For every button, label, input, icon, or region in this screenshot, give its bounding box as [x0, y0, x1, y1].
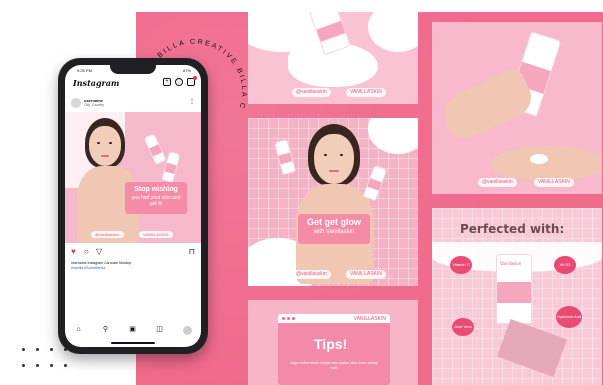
tile-get-glow: Get get glow with Vanillaskin @vanillass… — [248, 118, 418, 286]
phone-mockup: 9:25 PM 87% Instagram + ♡ ◌ username Cit… — [58, 58, 208, 354]
comment-icon[interactable]: ○ — [84, 247, 89, 257]
plus-square-icon[interactable]: + — [163, 78, 171, 86]
post-hashtags[interactable]: #Vanilla #SocialMedia — [71, 266, 105, 270]
model-photo — [290, 124, 380, 284]
post-actions: ♥ ○ ▽ ⊓ — [65, 247, 201, 259]
model-photo — [75, 118, 141, 243]
like-icon[interactable]: ♥ — [71, 247, 76, 257]
post-header: username City, Country ⋮ — [65, 95, 201, 111]
headline-box: Get get glow with Vanillaskin — [298, 214, 370, 244]
post-handle-pill: @vanillasskin — [91, 231, 124, 238]
post-headline-box: Stop wishing you had your skin and get i… — [125, 182, 187, 214]
brand-pill: VANILLASKIN — [346, 88, 386, 97]
share-icon[interactable]: ▽ — [96, 247, 102, 257]
glow-subline: with Vanillaskin — [313, 229, 355, 236]
post-subline: you had your skin and get it! — [131, 195, 181, 208]
tile-cream-splash: @vanillasskin VANILLASKIN — [248, 12, 418, 104]
tile-tips: VANILLASKIN Tips! Jaga kebersihan wajah … — [248, 300, 418, 385]
status-battery: 87% — [182, 68, 191, 73]
tile-hand-cream: @vanillasskin VANILLASKIN — [432, 22, 602, 194]
tips-body: Jaga kebersihan wajah dan pakai skin car… — [289, 360, 379, 370]
profile-avatar[interactable] — [182, 325, 192, 335]
home-icon[interactable]: ⌂ — [75, 326, 83, 334]
more-options-icon[interactable]: ⋮ — [189, 98, 195, 105]
instagram-screen: 9:25 PM 87% Instagram + ♡ ◌ username Cit… — [65, 65, 201, 347]
perfected-tube-image: Vanillaskin — [496, 254, 532, 324]
glow-headline: Get get glow — [307, 217, 361, 227]
palm-image — [492, 146, 602, 180]
tips-label: VANILLASKIN — [353, 316, 386, 322]
handle-pill: @vanillasskin — [292, 270, 331, 279]
reels-icon[interactable]: ▣ — [129, 326, 137, 334]
handle-pill: @vanillasskin — [478, 178, 517, 187]
ingredient-blob-2: Vit B3 — [554, 256, 576, 274]
tips-title: Tips! — [314, 336, 348, 352]
instagram-header: Instagram + ♡ ◌ — [65, 75, 201, 93]
product-tube-image — [143, 132, 167, 166]
ingredient-blob-1: Vitamin C — [450, 256, 472, 274]
post-caption: username Instagram Carousel Mockup — [71, 261, 132, 265]
perfected-title: Perfected with: — [460, 222, 565, 236]
bottom-nav: ⌂ ⚲ ▣ ◫ — [65, 323, 201, 337]
avatar[interactable] — [71, 98, 81, 108]
ingredient-blob-3: Aloe Vera — [452, 318, 474, 336]
handle-pill: @vanillasskin — [292, 88, 331, 97]
search-icon[interactable]: ⚲ — [102, 326, 110, 334]
brand-pill: VANILLASKIN — [534, 178, 574, 187]
heart-icon[interactable]: ♡ — [175, 78, 183, 86]
shop-icon[interactable]: ◫ — [156, 326, 164, 334]
ingredient-blob-4: Hyaluronic Acid — [556, 306, 582, 328]
post-image[interactable]: Stop wishing you had your skin and get i… — [65, 112, 201, 243]
bookmark-icon[interactable]: ⊓ — [189, 247, 195, 257]
hand-image — [436, 65, 538, 145]
post-location[interactable]: City, Country — [84, 103, 104, 107]
instagram-logo: Instagram — [73, 78, 120, 88]
post-headline: Stop wishing — [134, 186, 178, 193]
status-time: 9:25 PM — [77, 68, 92, 73]
phone-notch — [110, 65, 156, 74]
home-indicator — [111, 342, 155, 344]
tile-perfected: Perfected with: Vanillaskin Vitamin C Vi… — [432, 208, 602, 385]
browser-window: VANILLASKIN Tips! Jaga kebersihan wajah … — [278, 314, 390, 385]
tube-label: Vanillaskin — [500, 261, 522, 266]
brand-pill: VANILLASKIN — [346, 270, 386, 279]
post-brand-pill: VANILLASKIN — [139, 231, 173, 238]
messenger-icon[interactable]: ◌ — [187, 76, 197, 86]
